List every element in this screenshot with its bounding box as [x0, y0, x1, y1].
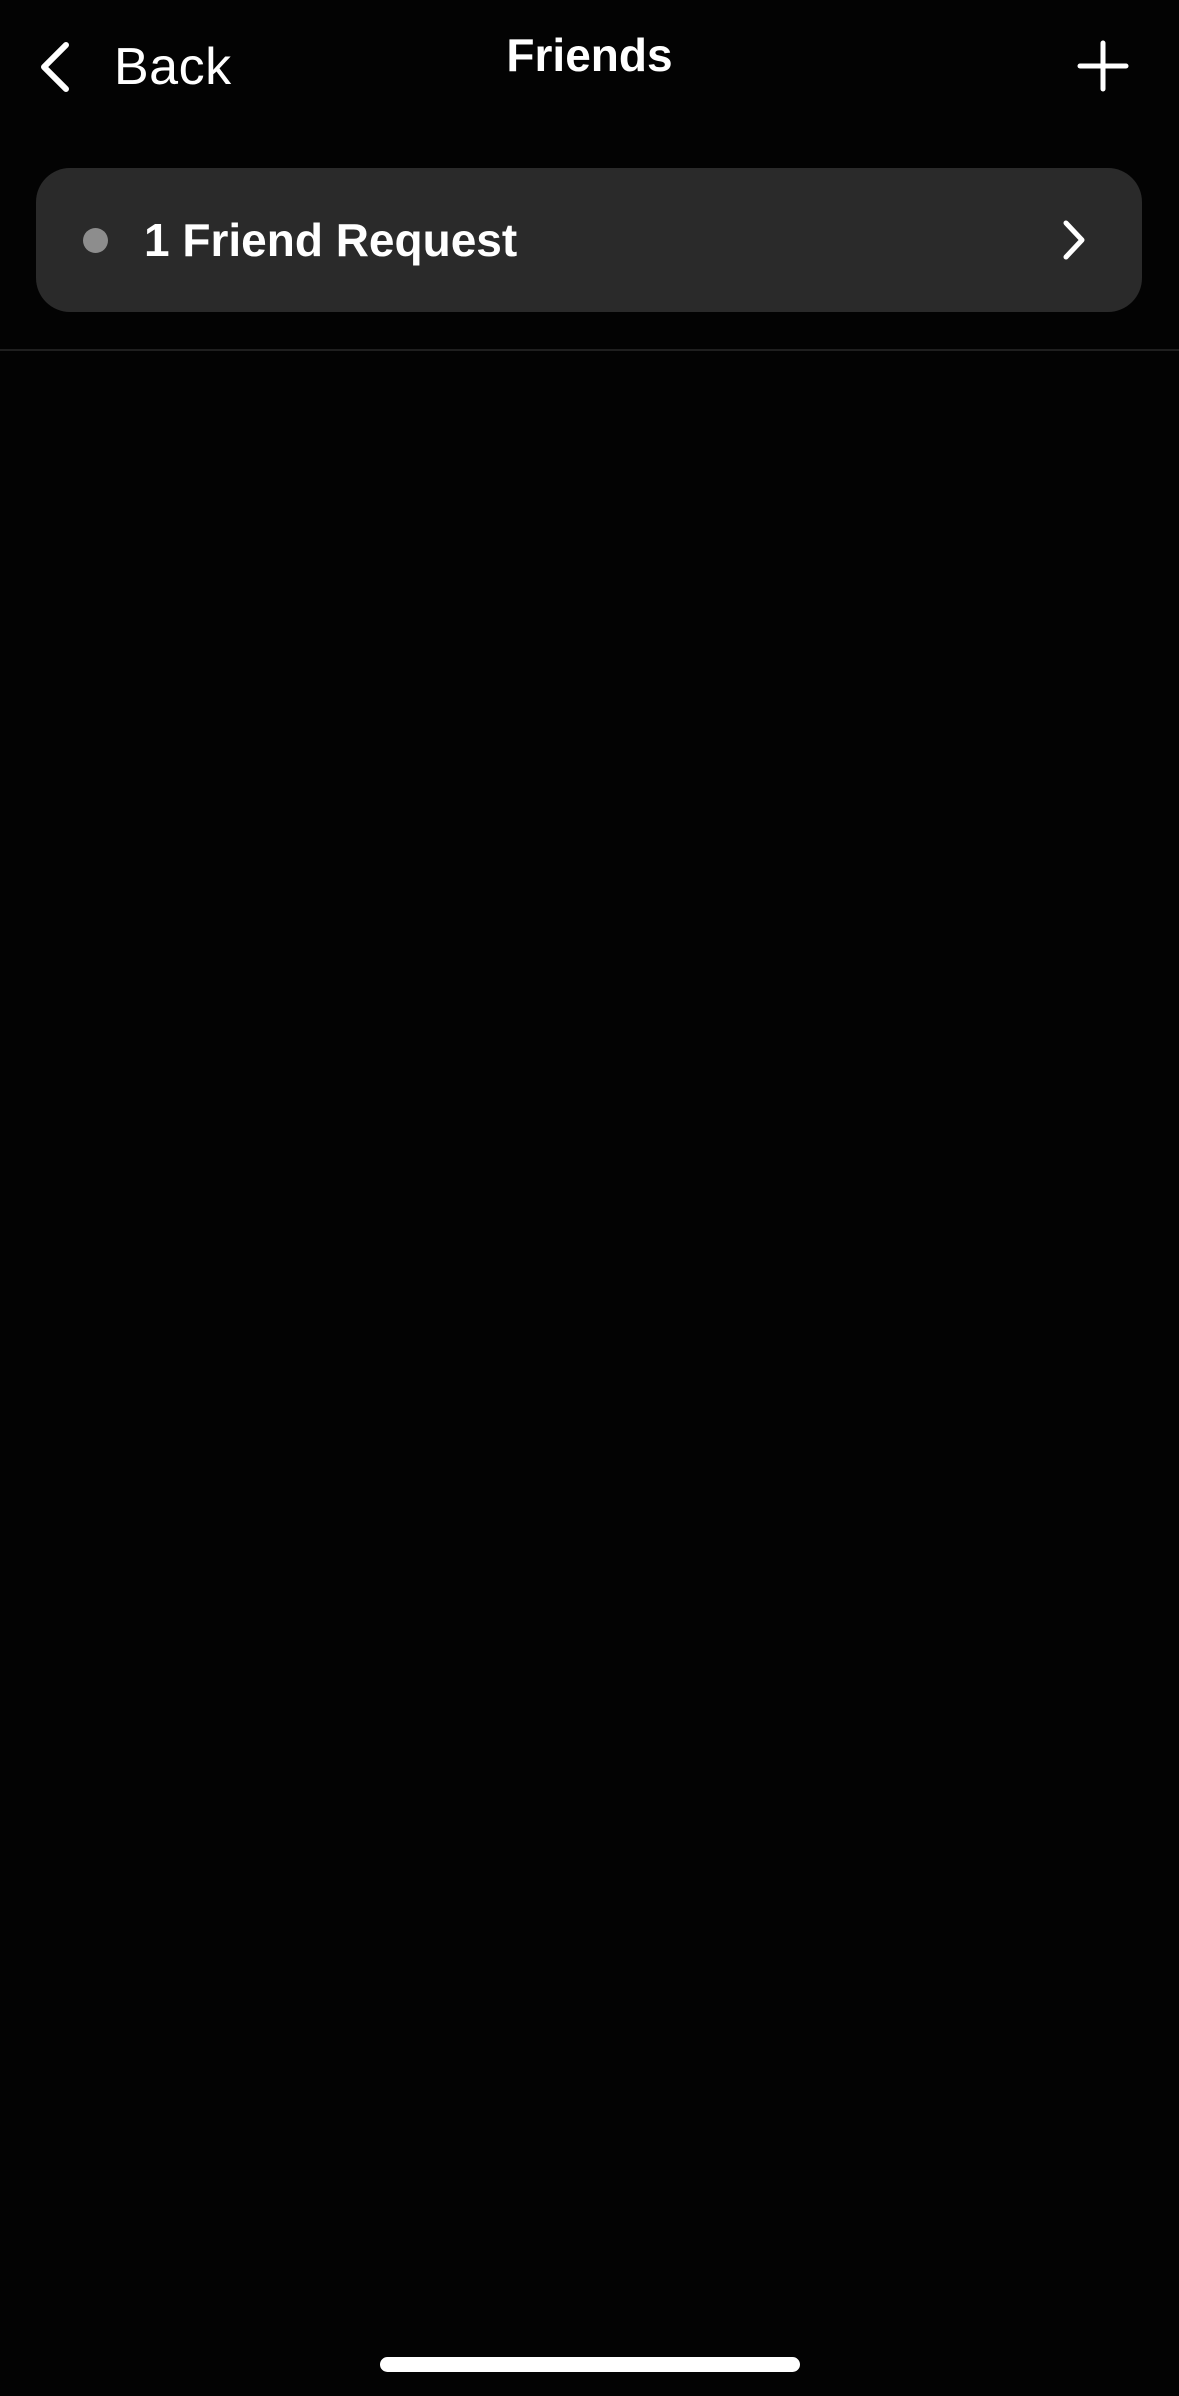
- add-friend-button[interactable]: [1077, 40, 1129, 92]
- divider: [0, 349, 1179, 351]
- navigation-bar: Back Friends: [0, 0, 1179, 140]
- home-indicator[interactable]: [380, 2357, 800, 2372]
- friend-request-label: 1 Friend Request: [144, 214, 518, 266]
- chevron-right-icon: [1060, 218, 1088, 262]
- plus-icon: [1077, 40, 1129, 92]
- friend-request-row[interactable]: 1 Friend Request: [36, 168, 1142, 312]
- status-dot-icon: [83, 228, 108, 253]
- page-title: Friends: [506, 29, 673, 81]
